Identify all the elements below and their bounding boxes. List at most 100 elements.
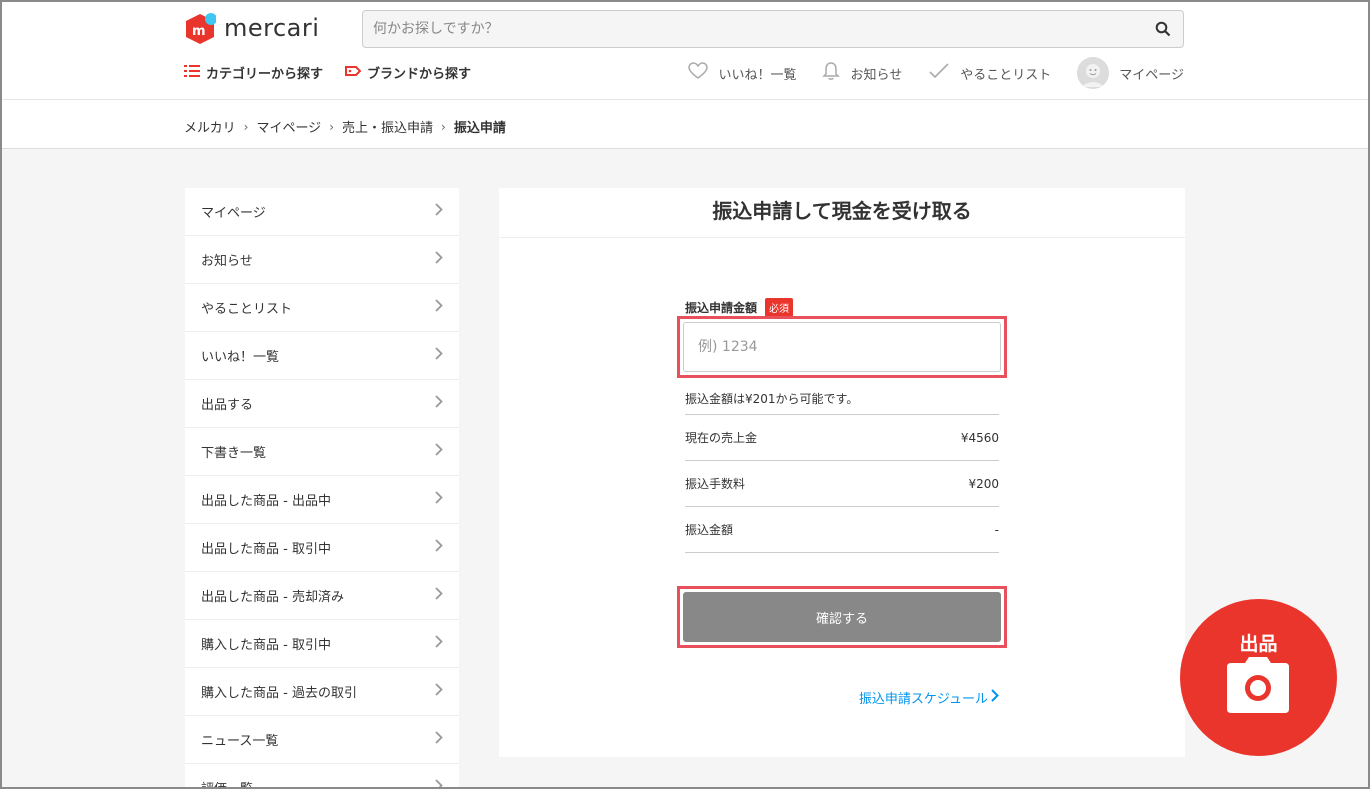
- sidebar-item-label: 購入した商品 - 過去の取引: [201, 686, 357, 701]
- confirm-button-highlight: 確認する: [677, 586, 1007, 648]
- mypage-link[interactable]: マイページ: [1077, 57, 1184, 89]
- sidebar-item-label: やることリスト: [201, 302, 293, 317]
- sidebar-item-sell[interactable]: 出品する: [185, 380, 459, 428]
- breadcrumb-item[interactable]: 売上・振込申請: [342, 117, 433, 136]
- mercari-logo[interactable]: m mercari: [184, 12, 319, 44]
- transfer-request-panel: 振込申請して現金を受け取る 振込申請金額 必須 振込金額は¥201から可能です。…: [499, 188, 1185, 757]
- row-label: 振込金額: [685, 523, 734, 537]
- table-row: 振込金額 -: [685, 507, 999, 553]
- search-input[interactable]: [363, 11, 1183, 47]
- sidebar-item-notifications[interactable]: お知らせ: [185, 236, 459, 284]
- chevron-right-icon: [988, 689, 999, 706]
- amount-label: 振込申請金額: [685, 301, 758, 315]
- chevron-right-icon: [435, 731, 443, 748]
- sidebar-item-news[interactable]: ニュース一覧: [185, 716, 459, 764]
- sidebar-item-label: 購入した商品 - 取引中: [201, 638, 331, 653]
- tag-icon: [345, 64, 367, 82]
- chevron-right-icon: ›: [441, 119, 446, 134]
- transfer-schedule-link[interactable]: 振込申請スケジュール: [859, 688, 999, 707]
- table-row: 振込手数料 ¥200: [685, 461, 999, 507]
- chevron-right-icon: [435, 299, 443, 316]
- summary-table: 現在の売上金 ¥4560 振込手数料 ¥200 振込金額 -: [685, 414, 999, 553]
- sidebar-item-label: いいね！一覧: [201, 350, 280, 365]
- sidebar-item-label: ニュース一覧: [201, 734, 279, 749]
- amount-input-highlight: [677, 316, 1007, 378]
- row-label: 現在の売上金: [685, 431, 758, 445]
- sidebar-item-mypage[interactable]: マイページ: [185, 188, 459, 236]
- chevron-right-icon: ›: [329, 119, 334, 134]
- sidebar-item-label: 出品した商品 - 出品中: [201, 494, 331, 509]
- sell-button-label: 出品: [1239, 633, 1278, 655]
- search-icon[interactable]: [1155, 21, 1171, 41]
- likes-link[interactable]: いいね！一覧: [688, 62, 796, 84]
- chevron-right-icon: [435, 635, 443, 652]
- sidebar-item-likes[interactable]: いいね！一覧: [185, 332, 459, 380]
- heart-icon: [688, 62, 718, 84]
- required-badge: 必須: [765, 298, 794, 317]
- chevron-right-icon: [435, 443, 443, 460]
- notifications-link[interactable]: お知らせ: [822, 61, 902, 85]
- search-box: [362, 10, 1184, 48]
- main-area: マイページ お知らせ やることリスト いいね！一覧 出品する 下書き一覧 出品し…: [0, 150, 1370, 789]
- sidebar-item-label: マイページ: [201, 206, 266, 221]
- table-row: 現在の売上金 ¥4560: [685, 415, 999, 461]
- sidebar-item-label: 下書き一覧: [201, 446, 267, 461]
- chevron-right-icon: [435, 779, 443, 789]
- sidebar-item-listed-sold[interactable]: 出品した商品 - 売却済み: [185, 572, 459, 620]
- bell-icon: [822, 61, 850, 85]
- search-nav: カテゴリーから探す ブランドから探す: [184, 63, 493, 82]
- sidebar-item-label: 評価一覧: [201, 778, 253, 789]
- breadcrumb-bar: メルカリ › マイページ › 売上・振込申請 › 振込申請: [0, 101, 1370, 149]
- row-value: ¥4560: [960, 430, 999, 445]
- likes-label: いいね！一覧: [718, 67, 797, 83]
- chevron-right-icon: [435, 539, 443, 556]
- svg-text:m: m: [192, 24, 206, 39]
- amount-input[interactable]: [683, 322, 1001, 372]
- breadcrumb-item[interactable]: メルカリ: [184, 117, 236, 136]
- chevron-right-icon: [435, 251, 443, 268]
- logo-icon: m: [184, 12, 217, 44]
- sidebar-item-label: 出品した商品 - 取引中: [201, 542, 331, 557]
- sidebar-item-listed-on-sale[interactable]: 出品した商品 - 出品中: [185, 476, 459, 524]
- logo-text: mercari: [224, 14, 320, 42]
- chevron-right-icon: [435, 203, 443, 220]
- sidebar-item-drafts[interactable]: 下書き一覧: [185, 428, 459, 476]
- sidebar-item-purchased-in-trade[interactable]: 購入した商品 - 取引中: [185, 620, 459, 668]
- avatar: [1077, 57, 1110, 89]
- page-title: 振込申請して現金を受け取る: [499, 188, 1185, 238]
- chevron-right-icon: [435, 347, 443, 364]
- min-amount-hint: 振込金額は¥201から可能です。: [685, 392, 859, 406]
- chevron-right-icon: [435, 587, 443, 604]
- breadcrumb-item[interactable]: マイページ: [256, 117, 321, 136]
- sidebar-menu: マイページ お知らせ やることリスト いいね！一覧 出品する 下書き一覧 出品し…: [185, 188, 459, 789]
- chevron-right-icon: ›: [243, 119, 249, 134]
- notifications-label: お知らせ: [850, 67, 903, 83]
- category-search-link[interactable]: カテゴリーから探す: [184, 63, 323, 82]
- mypage-label: マイページ: [1119, 67, 1184, 83]
- sidebar-item-reviews[interactable]: 評価一覧: [185, 764, 459, 789]
- brand-search-label: ブランドから探す: [367, 67, 472, 82]
- transfer-form: 振込申請金額 必須 振込金額は¥201から可能です。 現在の売上金 ¥4560 …: [677, 298, 1007, 707]
- sidebar-item-label: 出品した商品 - 売却済み: [201, 590, 344, 605]
- user-nav: いいね！一覧 お知らせ やることリスト マイページ: [662, 57, 1184, 89]
- check-icon: [928, 62, 960, 84]
- list-icon: [184, 64, 206, 82]
- row-value: -: [994, 522, 999, 537]
- chevron-right-icon: [435, 683, 443, 700]
- sell-button[interactable]: 出品: [1180, 599, 1337, 756]
- transfer-schedule-label: 振込申請スケジュール: [858, 692, 988, 707]
- breadcrumb: メルカリ › マイページ › 売上・振込申請 › 振込申請: [184, 117, 506, 137]
- chevron-right-icon: [435, 395, 443, 412]
- category-search-label: カテゴリーから探す: [206, 67, 324, 82]
- row-value: ¥200: [968, 476, 999, 491]
- sidebar-item-todo[interactable]: やることリスト: [185, 284, 459, 332]
- site-header: m mercari カテゴリーから探す ブランドから探す: [0, 0, 1370, 100]
- brand-search-link[interactable]: ブランドから探す: [345, 63, 471, 82]
- confirm-button[interactable]: 確認する: [683, 592, 1001, 642]
- sidebar-item-listed-in-trade[interactable]: 出品した商品 - 取引中: [185, 524, 459, 572]
- sidebar-item-purchased-past[interactable]: 購入した商品 - 過去の取引: [185, 668, 459, 716]
- todo-label: やることリスト: [960, 67, 1052, 83]
- sidebar-item-label: お知らせ: [201, 254, 253, 269]
- chevron-right-icon: [435, 491, 443, 508]
- todo-link[interactable]: やることリスト: [928, 62, 1051, 84]
